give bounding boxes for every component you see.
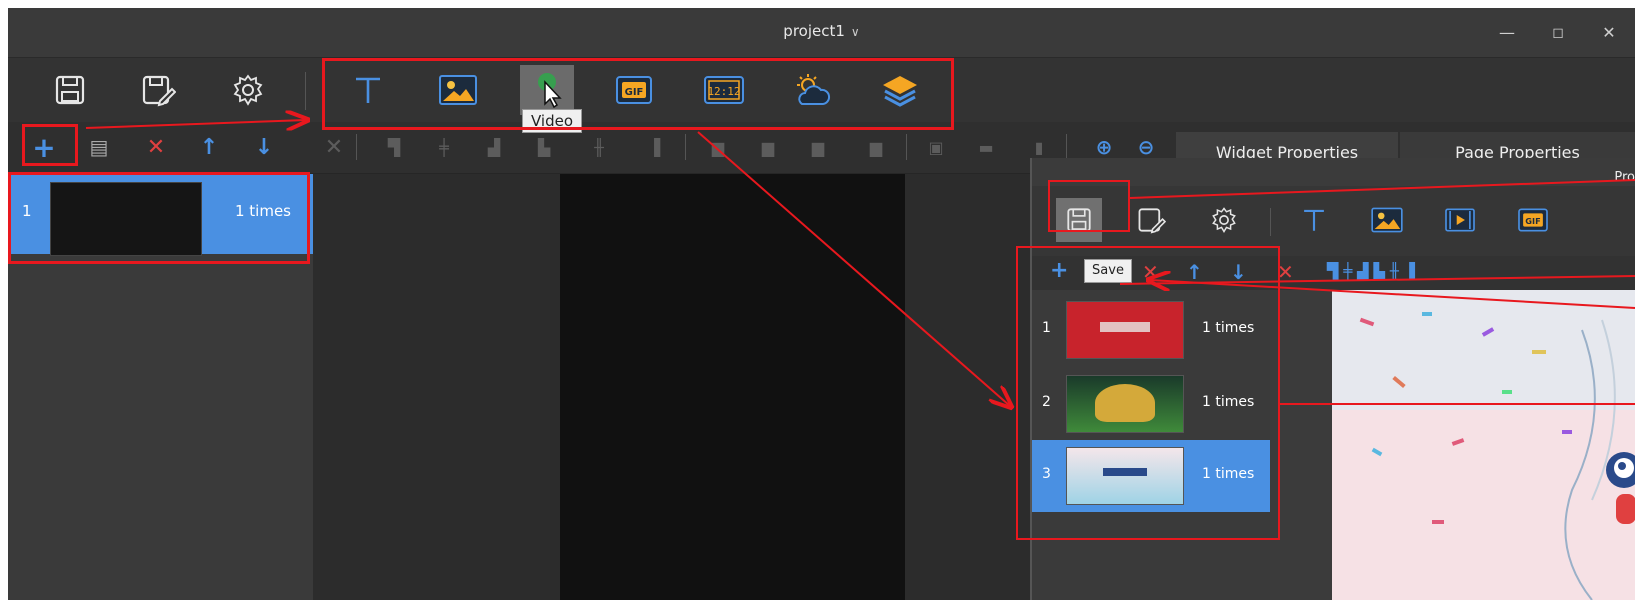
app-window: project1 ∨ — ◻ ✕ GIF 12:12 + ▤ ✕ ↑ ↓ ✕ ▜… [8, 8, 1635, 600]
annotation-arrows [85, 8, 1635, 600]
